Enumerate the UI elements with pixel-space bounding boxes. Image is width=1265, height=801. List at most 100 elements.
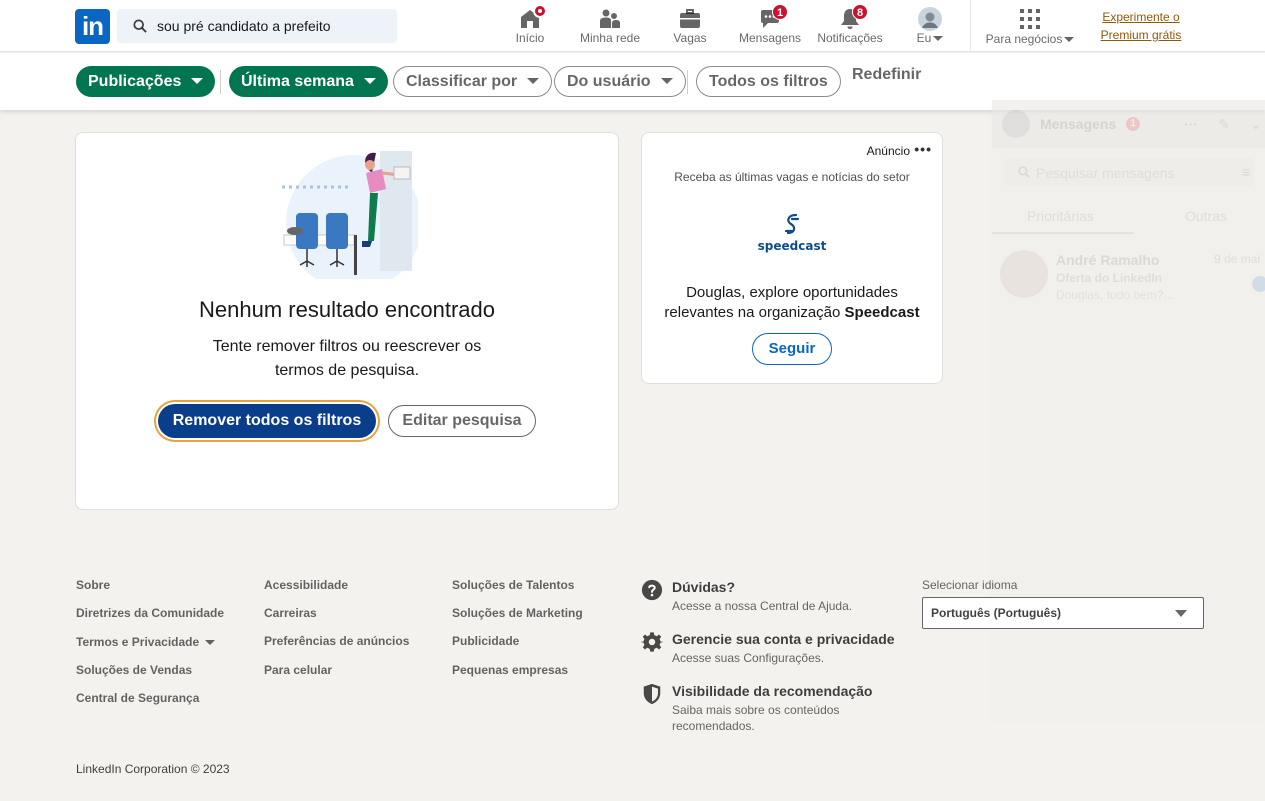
filter-label: Todos os filtros	[709, 73, 828, 90]
more-options-icon[interactable]: ···	[1184, 116, 1198, 132]
shield-icon	[643, 683, 661, 705]
chevron-down-icon	[933, 36, 944, 42]
linkedin-logo[interactable]: in	[75, 9, 110, 44]
tab-other[interactable]: Outras	[1185, 208, 1227, 224]
filter-label: Última semana	[241, 73, 354, 90]
nav-item-business[interactable]: Para negócios	[978, 0, 1082, 52]
business-label-wrap: Para negócios	[978, 32, 1082, 46]
follow-button[interactable]: Seguir	[752, 333, 832, 365]
search-bar[interactable]	[117, 9, 397, 43]
nav-item-home[interactable]: Início	[500, 0, 560, 52]
nav-item-jobs[interactable]: Vagas	[660, 0, 720, 52]
notifications-badge: 8	[852, 4, 868, 20]
footer-link-advertising[interactable]: Publicidade	[452, 634, 519, 648]
empty-state-illustration	[282, 151, 418, 279]
ad-tagline: Receba as últimas vagas e notícias do se…	[674, 170, 910, 184]
help-description: Acesse suas Configurações.	[672, 651, 825, 665]
nav-item-messaging[interactable]: 1 Mensagens	[734, 0, 806, 52]
language-label: Selecionar idioma	[922, 578, 1018, 592]
unread-indicator	[1252, 276, 1265, 292]
footer-link-about[interactable]: Sobre	[76, 578, 110, 592]
nav-item-notifications[interactable]: 8 Notificações	[812, 0, 888, 52]
messages-badge: 1	[772, 4, 788, 20]
messaging-badge: 1	[1126, 117, 1140, 131]
chevron-down-icon	[1064, 37, 1075, 43]
avatar	[1002, 110, 1030, 138]
footer-link-talent-solutions[interactable]: Soluções de Talentos	[452, 578, 574, 592]
conversation-preview: Douglas, tudo bem?...	[1056, 288, 1174, 302]
avatar	[1000, 250, 1048, 298]
nav-item-network[interactable]: Minha rede	[572, 0, 648, 52]
footer-link-marketing-solutions[interactable]: Soluções de Marketing	[452, 606, 583, 620]
footer-link-sales-solutions[interactable]: Soluções de Vendas	[76, 663, 192, 677]
chevron-down-icon	[363, 77, 376, 84]
conversation-name[interactable]: André Ramalho	[1056, 252, 1159, 268]
footer-link-mobile[interactable]: Para celular	[264, 663, 332, 677]
chevron-down-icon	[1175, 610, 1187, 617]
filter-label: Publicações	[88, 73, 182, 90]
footer-link-careers[interactable]: Carreiras	[264, 606, 317, 620]
footer-link-safety-center[interactable]: Central de Segurança	[76, 691, 199, 705]
active-tab-indicator	[992, 232, 1134, 234]
ad-label: Anúncio	[866, 144, 910, 158]
help-title: Visibilidade da recomendação	[672, 683, 873, 699]
filter-date-posted[interactable]: Última semana	[229, 66, 388, 97]
account-privacy-block[interactable]: Gerencie sua conta e privacidade Acesse …	[641, 631, 921, 671]
copyright: LinkedIn Corporation © 2023	[76, 762, 230, 776]
notification-dot	[533, 4, 547, 18]
search-input[interactable]	[157, 9, 387, 43]
help-title: Dúvidas?	[672, 579, 736, 595]
all-filters-button[interactable]: Todos os filtros	[696, 66, 841, 97]
footer-link-terms-privacy[interactable]: Termos e Privacidade	[76, 635, 216, 649]
chevron-down-icon	[527, 77, 540, 84]
nav-item-me[interactable]: Eu	[902, 0, 958, 52]
filter-content-type[interactable]: Publicações	[76, 66, 216, 97]
nav-item-label: Início	[515, 31, 545, 45]
top-navigation: in Início Minha rede Vagas	[0, 0, 1265, 52]
search-icon	[133, 19, 147, 33]
nav-item-label: Notificações	[817, 31, 883, 45]
conversation-subject: Oferta do LinkedIn	[1056, 271, 1163, 285]
empty-state-title: Nenhum resultado encontrado	[199, 297, 495, 322]
premium-line2: Premium grátis	[1100, 28, 1182, 42]
business-label: Para negócios	[985, 32, 1063, 46]
network-icon	[600, 9, 620, 28]
company-logo-text: speedcast	[757, 239, 827, 253]
language-value: Português (Português)	[931, 606, 1062, 620]
ad-card: Anúncio ••• Receba as últimas vagas e no…	[641, 132, 943, 384]
chevron-down-icon	[205, 640, 216, 646]
ad-company-name: Speedcast	[844, 304, 920, 321]
filter-icon[interactable]: ≡	[1242, 164, 1250, 180]
language-select[interactable]: Português (Português)	[922, 597, 1204, 629]
recommendation-visibility-block[interactable]: Visibilidade da recomendação Saiba mais …	[641, 683, 921, 733]
nav-item-label: Vagas	[673, 31, 707, 45]
chevron-down-icon[interactable]: ⌄	[1250, 116, 1262, 133]
edit-search-button[interactable]: Editar pesquisa	[388, 405, 536, 437]
more-options-icon[interactable]: •••	[914, 141, 932, 157]
filter-separator	[220, 70, 221, 94]
gear-icon	[641, 632, 663, 652]
help-center-block[interactable]: Dúvidas? Acesse a nossa Central de Ajuda…	[641, 579, 921, 619]
nav-divider	[970, 0, 971, 52]
remove-all-filters-button[interactable]: Remover todos os filtros	[158, 404, 376, 438]
reset-filters-button[interactable]: Redefinir	[852, 66, 921, 84]
briefcase-icon	[680, 9, 700, 28]
chevron-down-icon	[660, 77, 673, 84]
help-description: Acesse a nossa Central de Ajuda.	[672, 599, 853, 613]
grid-icon	[1020, 9, 1040, 29]
chevron-down-icon	[191, 77, 204, 84]
premium-link[interactable]: Experimente o Premium grátis	[1093, 8, 1189, 44]
company-logo[interactable]: speedcast	[752, 213, 832, 257]
ad-message: Douglas, explore oportunidades relevante…	[658, 283, 926, 323]
avatar-icon	[918, 7, 942, 31]
premium-line1: Experimente o	[1102, 10, 1180, 24]
footer-link-community-guidelines[interactable]: Diretrizes da Comunidade	[76, 606, 224, 620]
compose-icon[interactable]: ✎	[1218, 116, 1230, 133]
footer-link-accessibility[interactable]: Acessibilidade	[264, 578, 348, 592]
filter-sort-by[interactable]: Classificar por	[393, 66, 553, 97]
tab-focused[interactable]: Prioritárias	[1027, 208, 1094, 224]
messaging-title: Mensagens	[1040, 116, 1117, 132]
footer-link-small-business[interactable]: Pequenas empresas	[452, 663, 568, 677]
footer-link-ad-preferences[interactable]: Preferências de anúncios	[264, 634, 409, 648]
filter-from-member[interactable]: Do usuário	[554, 66, 686, 97]
